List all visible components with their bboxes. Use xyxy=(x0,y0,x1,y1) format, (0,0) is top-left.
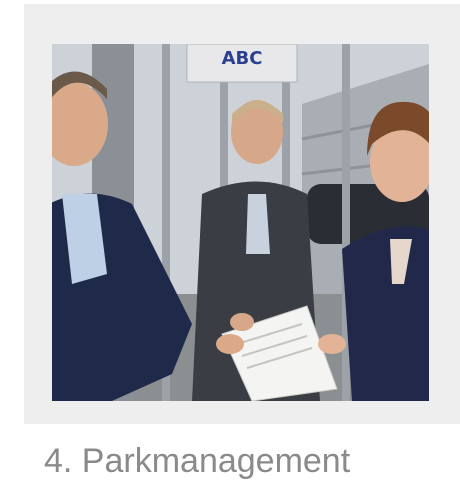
card-photo[interactable]: ABC xyxy=(52,44,429,401)
card-tile-background: ABC xyxy=(24,4,460,424)
sign-label: ABC xyxy=(222,48,263,69)
news-card[interactable]: ABC 4. Parkmanagement xyxy=(0,0,460,502)
abc-sign: ABC xyxy=(186,44,298,83)
card-caption[interactable]: 4. Parkmanagement xyxy=(44,436,456,486)
